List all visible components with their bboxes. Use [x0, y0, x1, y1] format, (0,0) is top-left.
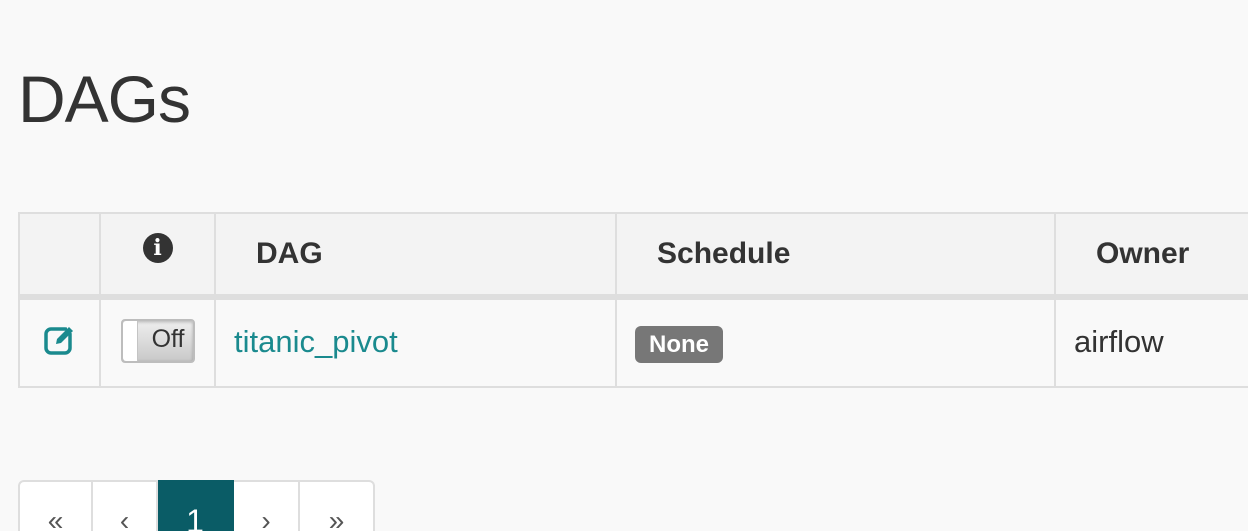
toggle-cell: Off: [99, 296, 216, 388]
header-info: i: [99, 212, 216, 300]
header-dag: DAG: [214, 212, 617, 300]
schedule-cell: None: [615, 296, 1056, 388]
edit-cell: [18, 296, 101, 388]
dag-pause-toggle[interactable]: Off: [120, 319, 195, 363]
dag-cell: titanic_pivot: [214, 296, 617, 388]
first-page-button[interactable]: «: [18, 480, 93, 531]
table-header-row: i DAG Schedule Owner: [18, 212, 1248, 300]
pagination: « ‹ 1 › »: [18, 480, 375, 531]
header-owner: Owner: [1054, 212, 1248, 300]
schedule-badge: None: [635, 325, 723, 363]
toggle-label: Off: [151, 325, 185, 353]
owner-text: airflow: [1074, 324, 1164, 359]
dags-page: DAGs i DAG Schedule Owner Off titanic_pi…: [0, 0, 1248, 531]
prev-page-button[interactable]: ‹: [93, 480, 158, 531]
next-page-button[interactable]: ›: [234, 480, 300, 531]
dags-table: i DAG Schedule Owner Off titanic_pivot N…: [18, 212, 1248, 388]
table-row: Off titanic_pivot None airflow: [18, 296, 1248, 388]
dag-link[interactable]: titanic_pivot: [234, 324, 398, 360]
owner-cell: airflow: [1054, 296, 1248, 388]
header-edit: [18, 212, 101, 300]
info-circle-icon[interactable]: i: [142, 233, 173, 264]
edit-icon[interactable]: [43, 323, 77, 357]
last-page-button[interactable]: »: [300, 480, 375, 531]
toggle-knob: [122, 321, 138, 361]
page-title: DAGs: [18, 62, 191, 137]
current-page-button[interactable]: 1: [158, 480, 234, 531]
header-schedule: Schedule: [615, 212, 1056, 300]
